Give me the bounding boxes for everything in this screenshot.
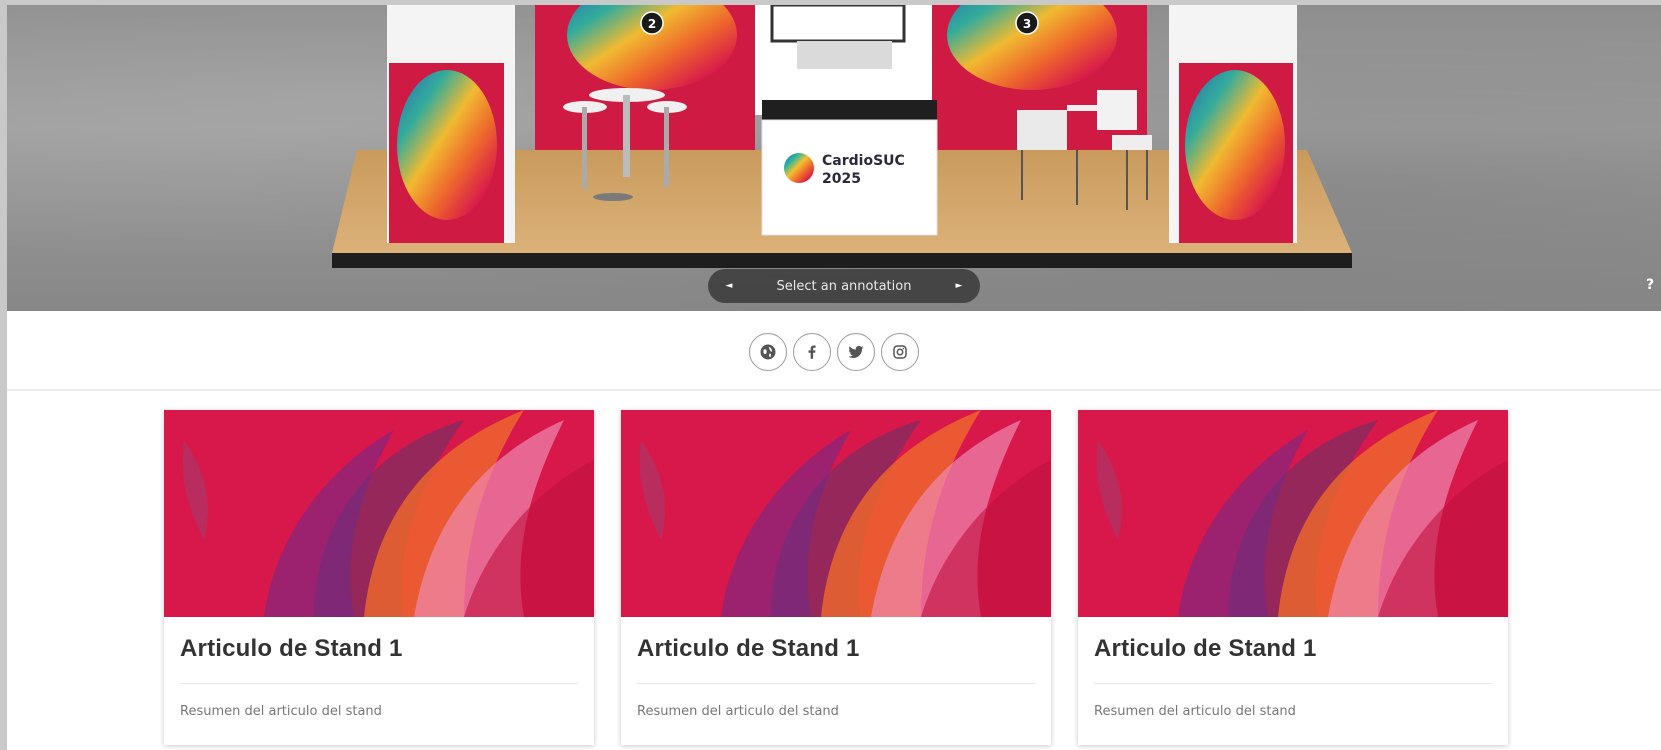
card-summary: Resumen del articulo del stand xyxy=(637,704,839,719)
instagram-button[interactable] xyxy=(881,333,919,371)
card-divider xyxy=(1094,683,1492,684)
help-button[interactable]: ? xyxy=(1643,277,1657,295)
social-icons xyxy=(749,333,919,371)
svg-text:2025: 2025 xyxy=(822,171,861,187)
globe-icon xyxy=(760,344,776,360)
annotation-navigator: ◄ Select an annotation ► xyxy=(708,269,980,303)
article-card[interactable]: Articulo de Stand 1 Resumen del articulo… xyxy=(1078,410,1508,745)
twitter-icon xyxy=(848,345,864,358)
card-image xyxy=(621,410,1051,617)
card-summary: Resumen del articulo del stand xyxy=(1094,704,1296,719)
instagram-icon xyxy=(893,345,907,359)
website-button[interactable] xyxy=(749,333,787,371)
card-title: Articulo de Stand 1 xyxy=(180,635,403,662)
card-image xyxy=(164,410,594,617)
facebook-icon xyxy=(808,345,816,359)
annotation-label: Select an annotation xyxy=(776,278,912,294)
social-bar xyxy=(7,311,1661,391)
booth-scene: CardioSUC 2025 2 3 xyxy=(332,5,1352,268)
3d-viewer[interactable]: CardioSUC 2025 2 3 ◄ Select an annotatio… xyxy=(7,5,1661,311)
facebook-button[interactable] xyxy=(793,333,831,371)
card-divider xyxy=(180,683,578,684)
article-card[interactable]: Articulo de Stand 1 Resumen del articulo… xyxy=(164,410,594,745)
annotation-marker-2[interactable]: 2 xyxy=(648,17,656,31)
next-annotation-button[interactable]: ► xyxy=(950,277,968,295)
prev-annotation-button[interactable]: ◄ xyxy=(720,277,738,295)
card-title: Articulo de Stand 1 xyxy=(1094,635,1317,662)
card-title: Articulo de Stand 1 xyxy=(637,635,860,662)
article-card[interactable]: Articulo de Stand 1 Resumen del articulo… xyxy=(621,410,1051,745)
card-image xyxy=(1078,410,1508,617)
annotation-marker-3[interactable]: 3 xyxy=(1023,17,1031,31)
card-summary: Resumen del articulo del stand xyxy=(180,704,382,719)
article-cards: Articulo de Stand 1 Resumen del articulo… xyxy=(164,410,1508,745)
twitter-button[interactable] xyxy=(837,333,875,371)
page-frame: CardioSUC 2025 2 3 ◄ Select an annotatio… xyxy=(7,5,1661,750)
svg-text:CardioSUC: CardioSUC xyxy=(822,153,905,169)
card-divider xyxy=(637,683,1035,684)
